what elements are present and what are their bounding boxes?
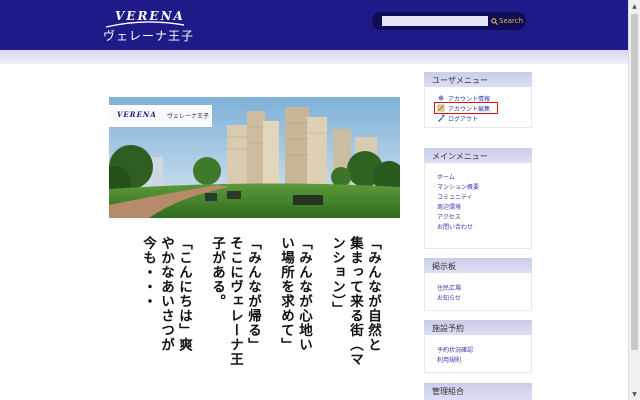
- poem-line: 子がある。: [209, 236, 225, 309]
- main-menu: メインメニュー ホーム マンション概要 コミュニティ 周辺環境 アクセス お問い…: [424, 148, 532, 249]
- facility-menu: 施設予約 予約状況確認 利用規則: [424, 320, 532, 373]
- poem-text: 「みんなが自然と 集まって来る街（マ ンション）」 「みんなが心地い い場所を求…: [130, 236, 381, 396]
- hero-site-name: ヴェレーナ王子: [167, 113, 210, 120]
- bbs-menu-title: 掲示板: [424, 258, 532, 273]
- info-icon: [437, 94, 445, 102]
- poem-line: そこにヴェレーナ王: [227, 236, 243, 367]
- poem-spacer: [263, 236, 275, 396]
- poem-line: い場所を求めて」: [278, 236, 294, 352]
- vertical-scrollbar[interactable]: ▲ ▼: [628, 0, 640, 400]
- user-menu-body: アカウント情報 アカウント編集 ログアウト: [424, 87, 532, 128]
- facility-menu-body: 予約状況確認 利用規則: [424, 335, 532, 373]
- bbs-menu: 掲示板 住民広場 お知らせ: [424, 258, 532, 311]
- poem-line: 「こんにちは」爽: [176, 236, 192, 352]
- menu-item-contact[interactable]: お問い合わせ: [425, 221, 531, 231]
- menu-item-account-info[interactable]: アカウント情報: [425, 93, 531, 103]
- poem-line: やかなあいさつが: [158, 236, 174, 352]
- poem-line: 「みんなが心地い: [296, 236, 312, 352]
- site-header: VERENA ヴェレーナ王子: [0, 0, 628, 50]
- hero-brand-label: VERENA ヴェレーナ王子: [109, 105, 212, 127]
- header-subbar: [0, 50, 628, 64]
- menu-item-overview[interactable]: マンション概要: [425, 181, 531, 191]
- user-menu: ユーザメニュー アカウント情報 アカウント編集 ログアウト: [424, 72, 532, 128]
- poem-line: ンション）」: [329, 236, 345, 317]
- menu-item-account-edit[interactable]: アカウント編集: [434, 102, 498, 114]
- search-icon: [491, 17, 498, 25]
- menu-item-label: アカウント情報: [448, 95, 491, 103]
- management-menu: 管理組合: [424, 383, 532, 400]
- menu-item-surroundings[interactable]: 周辺環境: [425, 201, 531, 211]
- hero-image: VERENA ヴェレーナ王子: [109, 97, 400, 218]
- user-menu-title: ユーザメニュー: [424, 72, 532, 87]
- search-button-label: Search: [499, 17, 524, 25]
- scroll-up-arrow-icon[interactable]: ▲: [629, 0, 640, 12]
- menu-item-news[interactable]: お知らせ: [425, 292, 531, 302]
- search-button[interactable]: Search: [491, 15, 523, 27]
- site-name[interactable]: ヴェレーナ王子: [103, 27, 194, 44]
- menu-item-label: アカウント編集: [448, 105, 491, 113]
- scroll-down-arrow-icon[interactable]: ▼: [629, 388, 640, 400]
- bbs-menu-body: 住民広場 お知らせ: [424, 273, 532, 311]
- facility-menu-title: 施設予約: [424, 320, 532, 335]
- poem-line: 「みんなが帰る」: [245, 236, 261, 352]
- menu-item-resident-plaza[interactable]: 住民広場: [425, 282, 531, 292]
- logout-icon: [437, 114, 445, 122]
- menu-item-access[interactable]: アクセス: [425, 211, 531, 221]
- menu-item-label: ログアウト: [448, 115, 479, 123]
- menu-item-community[interactable]: コミュニティ: [425, 191, 531, 201]
- menu-item-home[interactable]: ホーム: [425, 171, 531, 181]
- poem-line: 「みんなが自然と: [365, 236, 381, 352]
- menu-item-booking-status[interactable]: 予約状況確認: [425, 344, 531, 354]
- poem-line: 集まって来る街（マ: [347, 236, 363, 367]
- menu-item-logout[interactable]: ログアウト: [425, 113, 531, 123]
- hero-logo: VERENA: [117, 110, 157, 119]
- edit-icon: [437, 104, 445, 112]
- main-menu-title: メインメニュー: [424, 148, 532, 163]
- scroll-thumb[interactable]: [631, 14, 638, 350]
- poem-spacer: [194, 236, 206, 396]
- main-menu-body: ホーム マンション概要 コミュニティ 周辺環境 アクセス お問い合わせ: [424, 163, 532, 249]
- poem-spacer: [314, 236, 326, 396]
- search-input[interactable]: [382, 16, 488, 26]
- menu-item-rules[interactable]: 利用規則: [425, 354, 531, 364]
- management-menu-title: 管理組合: [424, 383, 532, 400]
- poem-line: 今も・・・: [140, 236, 156, 309]
